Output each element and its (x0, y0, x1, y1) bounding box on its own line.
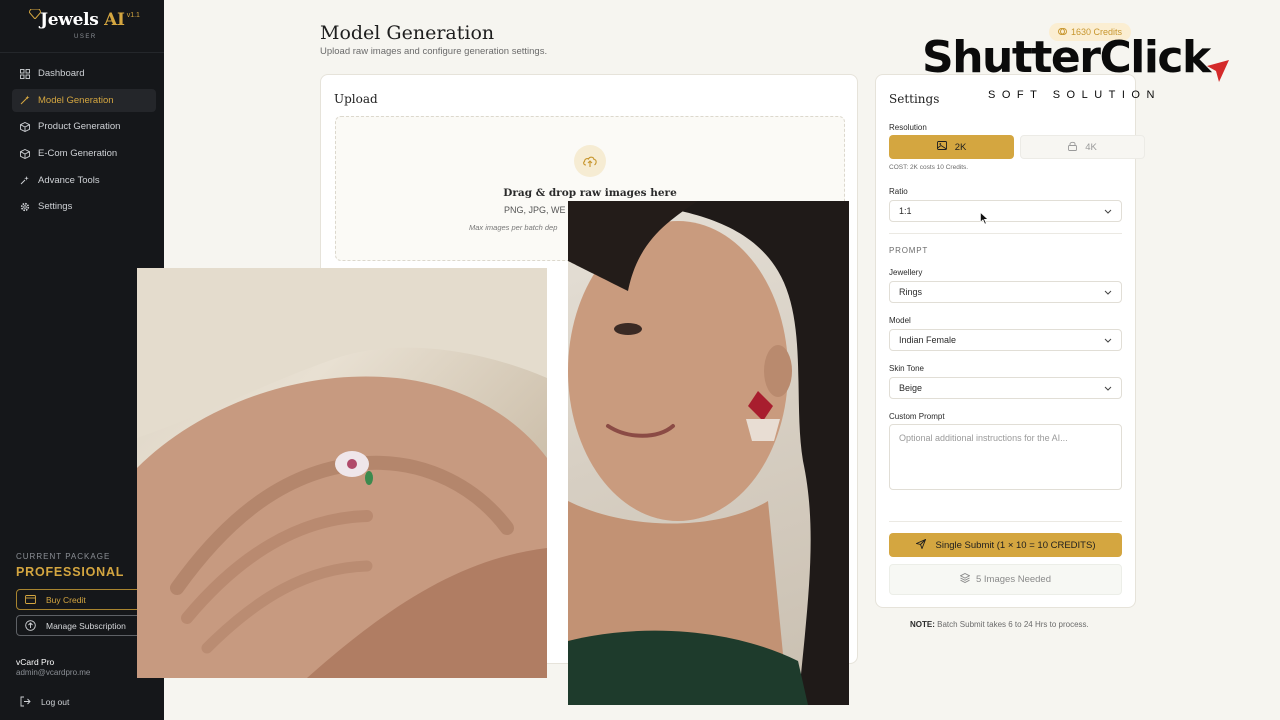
model-label: Model (889, 316, 911, 325)
settings-card: Settings Resolution 2K 4K COST: 2K costs… (875, 74, 1145, 608)
jewellery-select[interactable]: Rings (889, 281, 1122, 303)
ratio-value: 1:1 (899, 206, 912, 216)
lock-icon (1068, 141, 1078, 154)
layers-icon (959, 572, 971, 586)
prompt-section-label: PROMPT (889, 246, 929, 255)
watermark-subtitle: SOFT SOLUTION (988, 89, 1161, 101)
resolution-2k-label: 2K (954, 141, 967, 153)
gear-icon (20, 202, 30, 212)
chevron-down-icon (1104, 287, 1112, 297)
grid-icon (20, 68, 30, 79)
chevron-down-icon (1104, 335, 1112, 345)
ring-hand-photo (137, 268, 547, 678)
package-label: CURRENT PACKAGE (16, 552, 111, 561)
resolution-label: Resolution (889, 123, 927, 132)
brand-role: USER (74, 34, 97, 40)
page-title: Model Generation (320, 22, 495, 44)
manage-subscription-button[interactable]: Manage Subscription (16, 615, 148, 636)
mouse-cursor-icon (980, 212, 989, 225)
skin-tone-label: Skin Tone (889, 364, 924, 373)
section-divider (889, 521, 1122, 522)
sidebar-item-label: Model Generation (38, 94, 114, 106)
sidebar-nav: Dashboard Model Generation Product Gener… (12, 62, 156, 222)
image-icon (936, 141, 947, 153)
custom-prompt-label: Custom Prompt (889, 412, 945, 421)
ratio-select[interactable]: 1:1 (889, 200, 1122, 222)
single-submit-label: Single Submit (1 × 10 = 10 CREDITS) (935, 539, 1096, 551)
buy-credit-button[interactable]: Buy Credit (16, 589, 148, 610)
sparkles-icon (20, 175, 30, 185)
images-needed-label: 5 Images Needed (976, 574, 1051, 585)
sidebar-divider (0, 52, 164, 53)
brand[interactable]: Jewels AI v1.1 USER (29, 9, 140, 40)
diamond-icon (29, 9, 41, 19)
sidebar-item-label: E-Com Generation (38, 148, 118, 160)
jewellery-label: Jewellery (889, 268, 923, 277)
logout-icon (20, 696, 31, 707)
sidebar-item-label: Advance Tools (38, 174, 100, 186)
sidebar-item-advance-tools[interactable]: Advance Tools (12, 169, 156, 192)
sidebar-item-model-generation[interactable]: Model Generation (12, 88, 156, 112)
section-divider (889, 233, 1122, 234)
magic-wand-icon (20, 95, 30, 105)
logout-label: Log out (41, 696, 70, 707)
cost-note: COST: 2K costs 10 Credits. (889, 164, 969, 171)
chevron-down-icon (1104, 206, 1112, 216)
send-icon (914, 538, 926, 552)
user-email: admin@vcardpro.me (16, 668, 91, 677)
page-subtitle: Upload raw images and configure generati… (320, 46, 548, 57)
upload-cloud-icon (574, 145, 606, 177)
note-text: Batch Submit takes 6 to 24 Hrs to proces… (934, 620, 1089, 629)
brand-version: v1.1 (126, 12, 140, 19)
resolution-2k-button[interactable]: 2K (889, 135, 1014, 159)
images-needed-button[interactable]: 5 Images Needed (889, 564, 1122, 595)
watermark-title: ShutterClick (922, 32, 1211, 83)
batch-note: NOTE: Batch Submit takes 6 to 24 Hrs to … (910, 620, 1089, 629)
cursor-arrow-icon (1207, 60, 1229, 82)
upload-title: Upload (334, 92, 378, 106)
buy-credit-label: Buy Credit (46, 594, 86, 605)
sidebar-item-label: Settings (38, 201, 73, 213)
logout-button[interactable]: Log out (20, 696, 69, 707)
model-value: Indian Female (899, 335, 957, 345)
sidebar-item-dashboard[interactable]: Dashboard (12, 62, 156, 85)
sidebar-item-product-generation[interactable]: Product Generation (12, 115, 156, 138)
custom-prompt-input[interactable]: Optional additional instructions for the… (889, 424, 1122, 490)
ratio-label: Ratio (889, 187, 908, 196)
resolution-4k-label: 4K (1085, 141, 1097, 153)
card-icon (25, 594, 36, 605)
jewellery-value: Rings (899, 287, 923, 297)
chevron-down-icon (1104, 383, 1112, 393)
manage-subscription-label: Manage Subscription (46, 620, 126, 631)
package-name: PROFESSIONAL (16, 565, 125, 579)
sidebar-item-label: Dashboard (38, 68, 85, 79)
shutterclick-watermark: ShutterClick SOFT SOLUTION (922, 32, 1242, 112)
sidebar-item-label: Product Generation (38, 121, 121, 133)
skin-tone-value: Beige (899, 383, 923, 393)
drop-title: Drag & drop raw images here (503, 187, 677, 199)
drop-hint: Max images per batch dep (469, 223, 558, 232)
box-icon (20, 121, 30, 132)
sidebar-item-ecom-generation[interactable]: E-Com Generation (12, 142, 156, 165)
sidebar-item-settings[interactable]: Settings (12, 195, 156, 218)
brand-name: Jewels AI (40, 10, 125, 30)
arrow-up-circle-icon (25, 620, 36, 631)
box-icon (20, 148, 30, 159)
resolution-4k-button[interactable]: 4K (1020, 135, 1145, 159)
model-select[interactable]: Indian Female (889, 329, 1122, 351)
note-bold: NOTE: (910, 620, 935, 629)
skin-tone-select[interactable]: Beige (889, 377, 1122, 399)
single-submit-button[interactable]: Single Submit (1 × 10 = 10 CREDITS) (889, 533, 1122, 557)
drop-formats: PNG, JPG, WE (504, 205, 566, 215)
model-portrait-photo (568, 201, 849, 705)
user-name: vCard Pro (16, 657, 55, 667)
brand-logo: Jewels AI v1.1 (30, 10, 140, 30)
